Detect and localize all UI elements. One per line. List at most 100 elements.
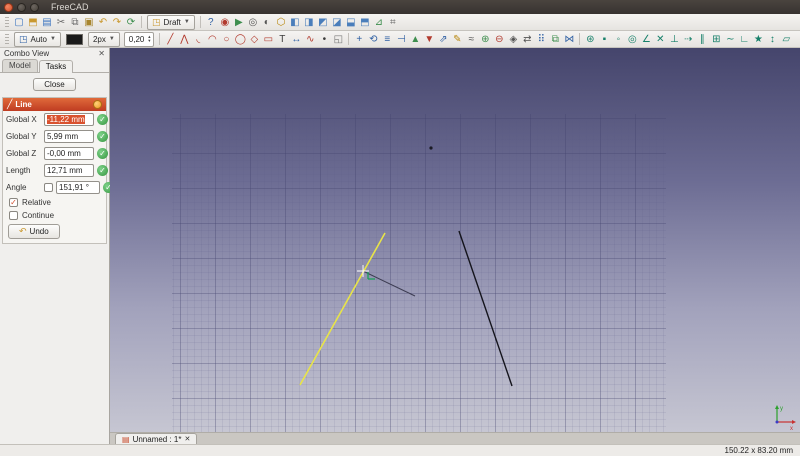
draft-rectangle-icon[interactable]: ▭ bbox=[261, 32, 275, 47]
draft-to-sketch-icon[interactable]: ⇄ bbox=[520, 32, 534, 47]
relative-checkbox[interactable] bbox=[9, 198, 18, 207]
window-maximize-button[interactable] bbox=[30, 2, 39, 12]
draft-edit-icon[interactable]: ✎ bbox=[450, 32, 464, 47]
draft-mirror-icon[interactable]: ⋈ bbox=[562, 32, 576, 47]
3d-viewport[interactable]: x y bbox=[110, 48, 800, 432]
draft-facebinder-icon[interactable]: ◱ bbox=[331, 32, 345, 47]
draft-arc-icon[interactable]: ◠ bbox=[205, 32, 219, 47]
working-plane-value: Auto bbox=[30, 34, 47, 44]
length-input[interactable]: 12,71 mm bbox=[44, 164, 94, 177]
line-width-selector[interactable]: 2px ▼ bbox=[87, 31, 120, 47]
snap-lock-icon[interactable]: ⊛ bbox=[583, 32, 597, 47]
panel-close-icon[interactable]: ✕ bbox=[98, 49, 105, 58]
snap-parallel-icon[interactable]: ∥ bbox=[695, 32, 709, 47]
global-y-input[interactable]: 5,99 mm bbox=[44, 130, 94, 143]
draft-clone-icon[interactable]: ⧉ bbox=[548, 32, 562, 47]
snap-special-icon[interactable]: ★ bbox=[751, 32, 765, 47]
cut-icon[interactable]: ✂ bbox=[54, 15, 68, 30]
draft-text-icon[interactable]: T bbox=[275, 32, 289, 47]
draft-scale-icon[interactable]: ⇗ bbox=[436, 32, 450, 47]
snap-ortho-icon[interactable]: ∟ bbox=[737, 32, 751, 47]
tab-tasks[interactable]: Tasks bbox=[38, 60, 74, 73]
snap-center-icon[interactable]: ◎ bbox=[625, 32, 639, 47]
bottom-view-icon[interactable]: ⬓ bbox=[344, 15, 358, 30]
new-document-icon[interactable]: ▢ bbox=[12, 15, 26, 30]
toolbar-separator bbox=[159, 33, 161, 45]
measure-distance-icon[interactable]: ⊿ bbox=[372, 15, 386, 30]
copy-icon[interactable]: ⧉ bbox=[68, 15, 82, 30]
draft-offset-icon[interactable]: ≡ bbox=[380, 32, 394, 47]
window-minimize-button[interactable] bbox=[17, 2, 26, 12]
snap-midpoint-icon[interactable]: ◦ bbox=[611, 32, 625, 47]
draft-rotate-icon[interactable]: ⟲ bbox=[366, 32, 380, 47]
toggle-grid-icon[interactable]: ⌗ bbox=[386, 15, 400, 30]
snap-grid-icon[interactable]: ⊞ bbox=[709, 32, 723, 47]
draft-add-point-icon[interactable]: ⊕ bbox=[478, 32, 492, 47]
snap-endpoint-icon[interactable]: ▪ bbox=[597, 32, 611, 47]
draft-polygon-icon[interactable]: ◇ bbox=[247, 32, 261, 47]
toolbar-grip[interactable] bbox=[5, 33, 9, 45]
tab-close-icon[interactable]: ✕ bbox=[184, 435, 190, 443]
snap-working-plane-icon[interactable]: ▱ bbox=[779, 32, 793, 47]
fit-all-icon[interactable]: ◎ bbox=[246, 15, 260, 30]
undo-button[interactable]: ↶ Undo bbox=[8, 224, 60, 239]
task-close-row: Close bbox=[0, 78, 109, 91]
toolbar-grip[interactable] bbox=[5, 16, 9, 28]
spinbox-arrows-icon[interactable]: ▲ ▼ bbox=[147, 35, 151, 43]
draft-move-icon[interactable]: + bbox=[352, 32, 366, 47]
snap-perpendicular-icon[interactable]: ⊥ bbox=[667, 32, 681, 47]
left-view-icon[interactable]: ⬒ bbox=[358, 15, 372, 30]
draw-style-icon[interactable]: ◐ bbox=[260, 15, 274, 30]
draft-circle-icon[interactable]: ○ bbox=[219, 32, 233, 47]
working-plane-selector[interactable]: ◳ Auto ▼ bbox=[14, 31, 61, 47]
draft-array-icon[interactable]: ⠿ bbox=[534, 32, 548, 47]
scale-spinbox[interactable]: 0,20 ▲ ▼ bbox=[123, 31, 155, 47]
front-view-icon[interactable]: ◧ bbox=[288, 15, 302, 30]
axonometric-view-icon[interactable]: ⬡ bbox=[274, 15, 288, 30]
draft-ellipse-icon[interactable]: ◯ bbox=[233, 32, 247, 47]
draft-fillet-icon[interactable]: ◟ bbox=[191, 32, 205, 47]
draft-canvas[interactable]: x y bbox=[110, 48, 800, 432]
whats-this-icon[interactable]: ? bbox=[204, 15, 218, 30]
document-tab[interactable]: ▤ Unnamed : 1* ✕ bbox=[115, 433, 198, 444]
workbench-selector[interactable]: ◳ Draft ▼ bbox=[147, 14, 195, 30]
point-marker[interactable] bbox=[429, 146, 433, 150]
draft-downgrade-icon[interactable]: ▼ bbox=[422, 32, 436, 47]
close-button[interactable]: Close bbox=[33, 78, 76, 91]
snap-dimensions-icon[interactable]: ↕ bbox=[765, 32, 779, 47]
snap-intersection-icon[interactable]: ✕ bbox=[653, 32, 667, 47]
snap-extension-icon[interactable]: ⇢ bbox=[681, 32, 695, 47]
draft-line-icon[interactable]: ╱ bbox=[163, 32, 177, 47]
window-close-button[interactable] bbox=[4, 2, 13, 12]
refresh-icon[interactable]: ⟳ bbox=[124, 15, 138, 30]
task-header-button[interactable] bbox=[93, 100, 102, 109]
redo-icon[interactable]: ↷ bbox=[110, 15, 124, 30]
draft-point-icon[interactable]: • bbox=[317, 32, 331, 47]
global-z-input[interactable]: -0,00 mm bbox=[44, 147, 94, 160]
snap-near-icon[interactable]: ∼ bbox=[723, 32, 737, 47]
record-macro-icon[interactable]: ◉ bbox=[218, 15, 232, 30]
draft-shape2dview-icon[interactable]: ◈ bbox=[506, 32, 520, 47]
draft-wire-to-bspline-icon[interactable]: ≈ bbox=[464, 32, 478, 47]
tab-model[interactable]: Model bbox=[2, 59, 38, 72]
draft-dimension-icon[interactable]: ↔ bbox=[289, 32, 303, 47]
angle-input[interactable]: 151,91 ° bbox=[56, 181, 100, 194]
save-document-icon[interactable]: ▤ bbox=[40, 15, 54, 30]
draft-trimex-icon[interactable]: ⊣ bbox=[394, 32, 408, 47]
top-view-icon[interactable]: ◨ bbox=[302, 15, 316, 30]
draft-polyline-icon[interactable]: ⋀ bbox=[177, 32, 191, 47]
right-view-icon[interactable]: ◩ bbox=[316, 15, 330, 30]
rear-view-icon[interactable]: ◪ bbox=[330, 15, 344, 30]
global-x-input[interactable]: -11,22 mm bbox=[44, 113, 94, 126]
continue-checkbox[interactable] bbox=[9, 211, 18, 220]
snap-angle-icon[interactable]: ∠ bbox=[639, 32, 653, 47]
open-document-icon[interactable]: ⬒ bbox=[26, 15, 40, 30]
angle-checkbox[interactable] bbox=[44, 183, 53, 192]
draft-remove-point-icon[interactable]: ⊖ bbox=[492, 32, 506, 47]
line-color-button[interactable] bbox=[65, 33, 83, 45]
draft-upgrade-icon[interactable]: ▲ bbox=[408, 32, 422, 47]
undo-icon[interactable]: ↶ bbox=[96, 15, 110, 30]
draft-bspline-icon[interactable]: ∿ bbox=[303, 32, 317, 47]
paste-icon[interactable]: ▣ bbox=[82, 15, 96, 30]
execute-macro-icon[interactable]: ▶ bbox=[232, 15, 246, 30]
